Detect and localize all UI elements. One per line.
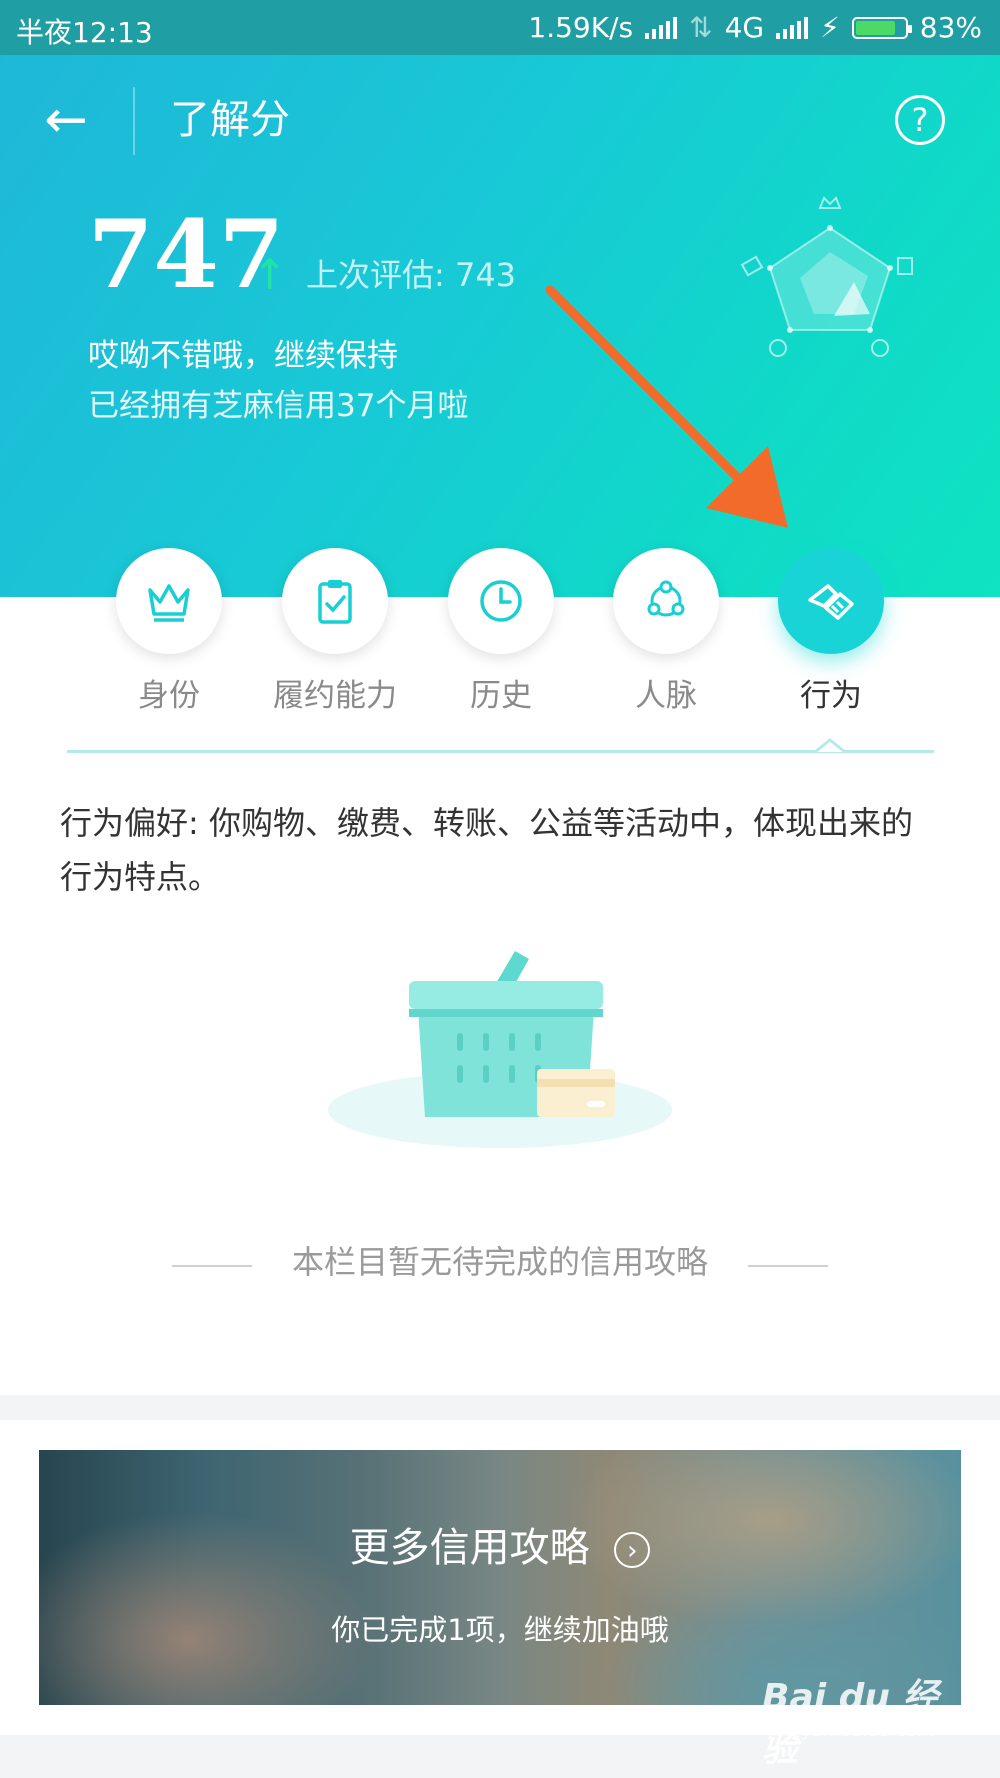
network-type: 4G — [724, 11, 765, 44]
nav-bar: ← 了解分 ? — [0, 55, 1000, 190]
banner-title-text: 更多信用攻略 — [349, 1525, 590, 1571]
tab-circle — [613, 548, 719, 654]
more-strategies-banner[interactable]: 更多信用攻略 › 你已完成1项，继续加油哦 — [39, 1450, 961, 1705]
status-time: 半夜12:13 — [16, 16, 153, 49]
credit-months: 已经拥有芝麻信用37个月啦 — [88, 388, 469, 424]
handshake-icon — [808, 584, 854, 620]
tab-circle — [282, 548, 388, 654]
divider-left — [172, 1265, 252, 1267]
network-icon — [647, 580, 685, 617]
crown-icon — [148, 584, 190, 622]
tab-performance[interactable]: 履约能力 — [260, 548, 410, 718]
chevron-right-icon: › — [614, 1532, 651, 1568]
banner-title: 更多信用攻略 › — [39, 1522, 961, 1574]
tab-circle — [778, 548, 884, 654]
charging-icon: ⚡ — [820, 11, 840, 44]
annotation-arrow-icon — [545, 285, 788, 528]
empty-state-text: 本栏目暂无待完成的信用攻略 — [291, 1243, 708, 1281]
network-speed: 1.59K/s — [528, 11, 634, 44]
dimension-tabs: 身份 履约能力 历史 人脉 行为 — [0, 548, 1000, 718]
signal-icon — [645, 16, 678, 39]
tab-circle — [116, 548, 222, 654]
signal-icon-2 — [776, 16, 809, 39]
shopping-basket-icon — [328, 951, 672, 1148]
tab-label: 历史 — [470, 678, 532, 714]
back-button[interactable]: ← — [36, 94, 96, 146]
tab-label: 履约能力 — [273, 678, 397, 714]
tab-label: 人脉 — [635, 678, 697, 714]
last-score-label: 上次评估: 743 — [306, 256, 517, 294]
tab-label: 行为 — [800, 678, 862, 714]
arrow-up-icon: ↑ — [252, 250, 288, 299]
tab-indicator-caret — [815, 738, 845, 754]
status-bar: 半夜12:13 1.59K/s ⇅ 4G ⚡ 83% — [0, 0, 1000, 55]
behavior-description: 行为偏好: 你购物、缴费、转账、公益等活动中，体现出来的行为特点。 — [60, 804, 913, 896]
tab-connections[interactable]: 人脉 — [591, 548, 741, 718]
tab-circle — [448, 548, 554, 654]
watermark-url: jingyan.baidu.com — [768, 1720, 935, 1741]
tab-label: 身份 — [138, 678, 200, 714]
tab-behavior[interactable]: 行为 — [756, 548, 906, 718]
question-mark-icon: ? — [911, 101, 929, 139]
clipboard-check-icon — [318, 580, 352, 624]
tab-history[interactable]: 历史 — [426, 548, 576, 718]
score-message: 哎呦不错哦，继续保持 — [88, 338, 398, 374]
battery-icon — [851, 16, 912, 39]
nav-divider — [133, 87, 135, 155]
arrow-left-icon: ← — [44, 90, 88, 150]
tab-indicator-line — [67, 750, 934, 753]
score-header: 半夜12:13 1.59K/s ⇅ 4G ⚡ 83% ← 了解分 ? 747 ↑… — [0, 0, 1000, 597]
help-button[interactable]: ? — [895, 95, 945, 145]
divider-right — [748, 1265, 828, 1267]
clock-icon — [480, 580, 522, 622]
banner-subtitle: 你已完成1项，继续加油哦 — [331, 1613, 669, 1647]
tab-identity[interactable]: 身份 — [94, 548, 244, 718]
banner-overlay — [39, 1450, 961, 1705]
data-transfer-icon: ⇅ — [689, 11, 713, 44]
baidu-watermark: Bai du 经验 jingyan.baidu.com — [762, 1668, 962, 1770]
page-title: 了解分 — [170, 97, 290, 143]
battery-percent: 83% — [919, 11, 982, 44]
status-indicators: 1.59K/s ⇅ 4G ⚡ 83% — [528, 11, 982, 44]
